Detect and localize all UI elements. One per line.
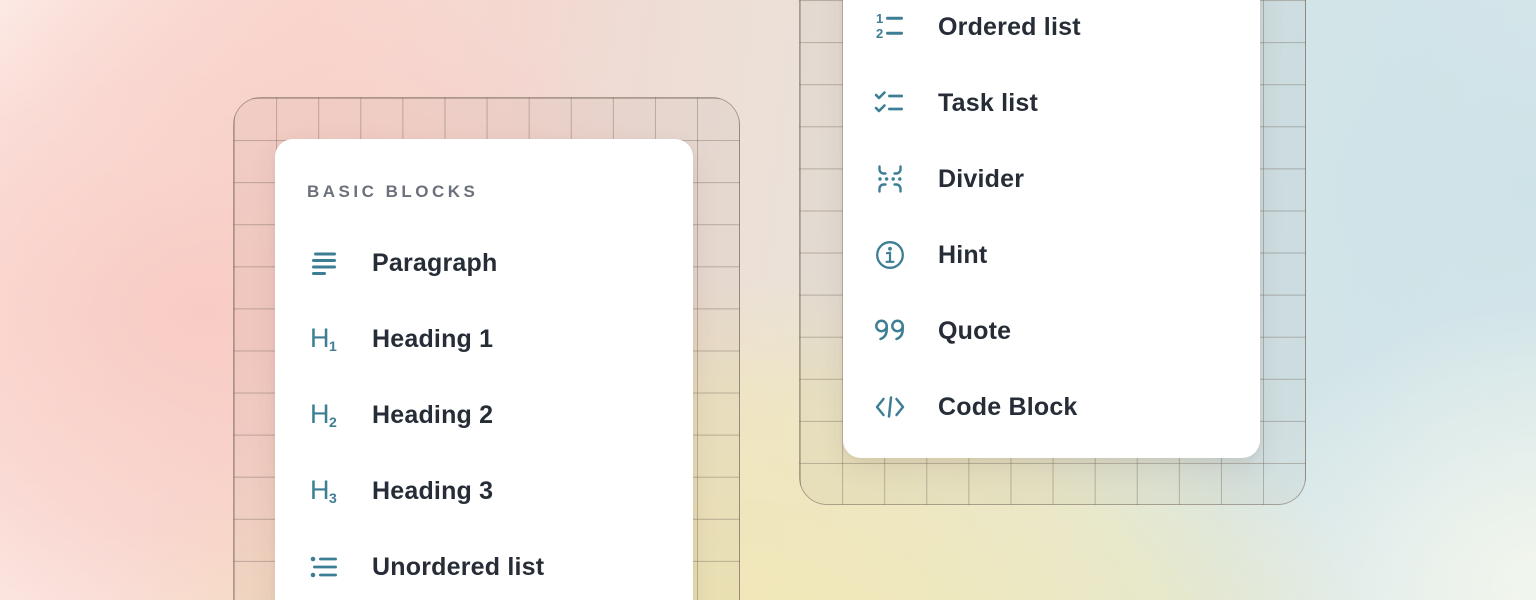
heading-3-icon: H3 <box>307 474 341 508</box>
unordered-list-icon <box>307 550 341 584</box>
hint-icon <box>873 238 907 272</box>
menu-item-code-block[interactable]: Code Block <box>873 385 1230 429</box>
svg-text:2: 2 <box>329 414 337 430</box>
menu-item-label: Ordered list <box>938 13 1081 42</box>
basic-blocks-menu: BASIC BLOCKS ParagraphH1Heading 1H2Headi… <box>275 139 693 600</box>
quote-icon <box>873 314 907 348</box>
heading-1-icon: H1 <box>307 322 341 356</box>
blocks-menu-continued: 12 Ordered list Task list Divider Hint Quote C… <box>843 0 1260 458</box>
svg-text:H: H <box>310 399 330 429</box>
svg-text:2: 2 <box>876 26 883 41</box>
menu-item-paragraph[interactable]: Paragraph <box>307 241 661 285</box>
code-block-icon <box>873 390 907 424</box>
menu-list-left: ParagraphH1Heading 1H2Heading 2H3Heading… <box>307 241 661 589</box>
ordered-list-icon: 12 <box>873 10 907 44</box>
menu-item-heading-3[interactable]: H3 Heading 3 <box>307 469 661 513</box>
menu-item-task-list[interactable]: Task list <box>873 81 1230 125</box>
svg-text:1: 1 <box>329 338 337 354</box>
menu-item-heading-2[interactable]: H2 Heading 2 <box>307 393 661 437</box>
menu-list-right: 12 Ordered list Task list Divider Hint Quote C… <box>873 5 1230 429</box>
svg-text:1: 1 <box>876 11 883 26</box>
task-list-icon <box>873 86 907 120</box>
menu-item-unordered-list[interactable]: Unordered list <box>307 545 661 589</box>
menu-item-label: Unordered list <box>372 553 544 582</box>
menu-item-label: Paragraph <box>372 249 497 278</box>
menu-item-label: Hint <box>938 241 987 270</box>
menu-item-label: Divider <box>938 165 1024 194</box>
scene: BASIC BLOCKS ParagraphH1Heading 1H2Headi… <box>0 0 1536 600</box>
menu-item-label: Heading 2 <box>372 401 493 430</box>
menu-item-divider[interactable]: Divider <box>873 157 1230 201</box>
menu-item-label: Task list <box>938 89 1038 118</box>
menu-item-ordered-list[interactable]: 12 Ordered list <box>873 5 1230 49</box>
section-label-basic-blocks: BASIC BLOCKS <box>307 181 661 203</box>
menu-item-label: Heading 3 <box>372 477 493 506</box>
paragraph-icon <box>307 246 341 280</box>
svg-text:3: 3 <box>329 490 337 506</box>
menu-item-label: Quote <box>938 317 1011 346</box>
menu-item-label: Heading 1 <box>372 325 493 354</box>
menu-item-label: Code Block <box>938 393 1078 422</box>
svg-text:H: H <box>310 323 330 353</box>
svg-text:H: H <box>310 475 330 505</box>
menu-item-hint[interactable]: Hint <box>873 233 1230 277</box>
menu-item-heading-1[interactable]: H1 Heading 1 <box>307 317 661 361</box>
heading-2-icon: H2 <box>307 398 341 432</box>
divider-icon <box>873 162 907 196</box>
menu-item-quote[interactable]: Quote <box>873 309 1230 353</box>
